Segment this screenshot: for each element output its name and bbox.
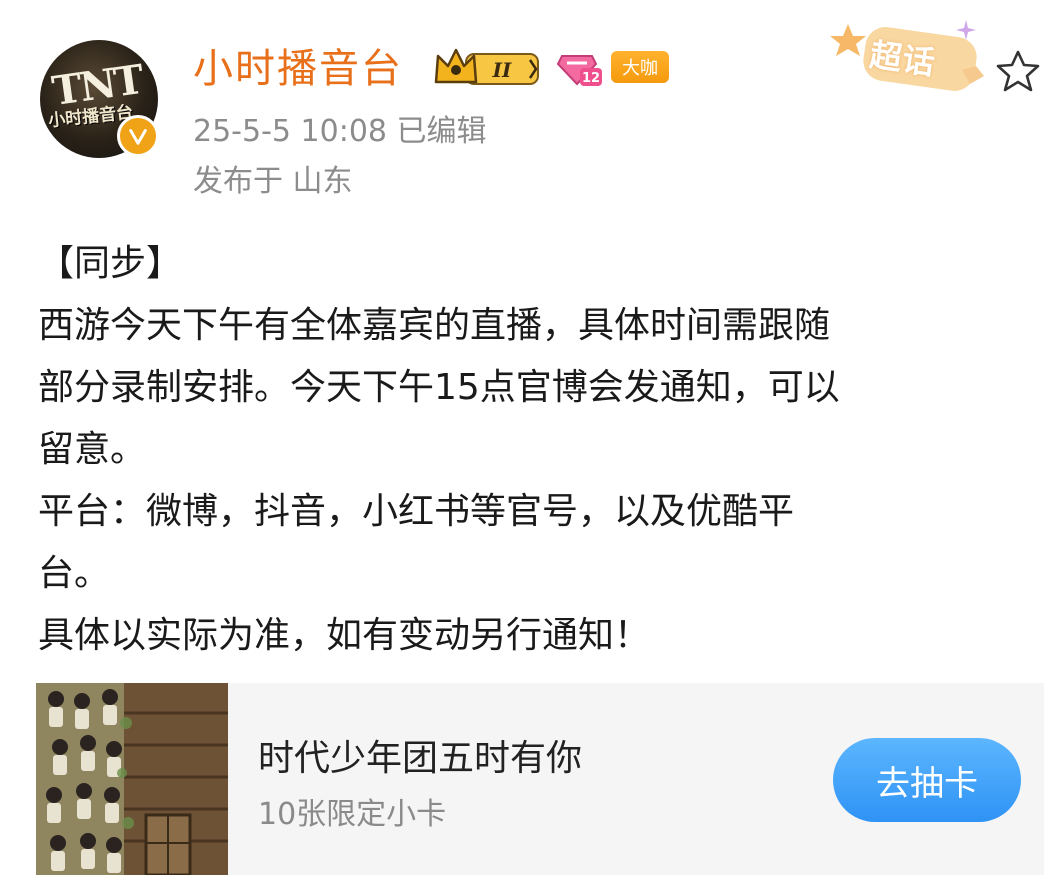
star-icon[interactable] bbox=[994, 48, 1042, 96]
fan-level-text: 12 bbox=[582, 71, 600, 86]
dakai-badge[interactable]: 大咖 bbox=[611, 51, 669, 83]
promo-card[interactable]: 时代少年团五时有你 10张限定小卡 去抽卡 bbox=[36, 683, 1044, 875]
crown-icon[interactable]: II bbox=[432, 44, 544, 88]
card-thumbnail bbox=[36, 683, 228, 875]
post-line: 西游今天下午有全体嘉宾的直播，具体时间需跟随 bbox=[38, 305, 831, 346]
post-line: 具体以实际为准，如有变动另行通知！ bbox=[38, 615, 651, 656]
post-line: 台。 bbox=[38, 553, 111, 594]
post-line: 部分录制安排。今天下午15点官博会发通知，可以 bbox=[38, 367, 840, 408]
card-title: 时代少年团五时有你 bbox=[258, 738, 583, 779]
card-subtitle: 10张限定小卡 bbox=[258, 797, 447, 832]
post-line: 平台：微博，抖音，小红书等官号，以及优酷平 bbox=[38, 491, 795, 532]
post-line: 【同步】 bbox=[38, 243, 183, 284]
chaohua-label[interactable]: 超话 bbox=[867, 30, 939, 85]
username[interactable]: 小时播音台 bbox=[193, 43, 403, 95]
post-location: 发布于 山东 bbox=[193, 164, 353, 199]
crown-level-text: II bbox=[492, 58, 512, 82]
post-body: 【同步】 西游今天下午有全体嘉宾的直播，具体时间需跟随 部分录制安排。今天下午1… bbox=[38, 233, 1038, 667]
verified-icon bbox=[117, 115, 159, 157]
fan-level-icon[interactable]: 12 bbox=[556, 48, 602, 88]
post-time: 25-5-5 10:08 已编辑 bbox=[193, 114, 487, 149]
post-line: 留意。 bbox=[38, 429, 147, 470]
draw-card-button[interactable]: 去抽卡 bbox=[833, 738, 1021, 822]
